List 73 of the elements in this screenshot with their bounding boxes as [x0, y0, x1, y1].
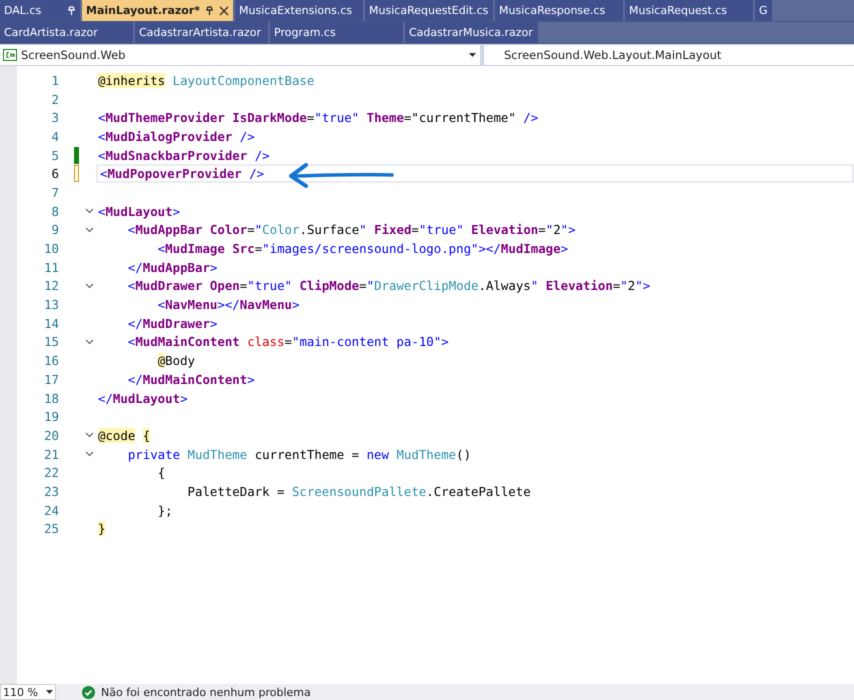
line-number: 9 — [50, 222, 59, 238]
line-number: 12 — [43, 278, 59, 294]
status-message: Não foi encontrado nenhum problema — [101, 686, 311, 698]
line-number: 7 — [50, 184, 59, 200]
line-number: 13 — [43, 297, 59, 312]
collapse-chevron-icon[interactable] — [84, 208, 94, 214]
code-line: <MudMainContent class="main-content pa-10"> — [126, 334, 449, 350]
pin-icon[interactable] — [205, 6, 214, 16]
code-line: <MudImage Src="images/screensound-logo.png"></MudImage> — [156, 241, 568, 256]
file-tab[interactable]: CadastrarMusica.razor — [405, 22, 538, 43]
file-tab[interactable]: MusicaRequestEdit.cs — [365, 0, 494, 21]
file-tab[interactable]: MusicaResponse.cs — [495, 0, 624, 21]
line-number: 24 — [43, 502, 59, 518]
code-line: @code { — [98, 428, 150, 443]
file-tab[interactable]: MusicaRequest.cs — [625, 0, 754, 21]
line-number: 5 — [50, 148, 59, 163]
line-number: 3 — [50, 110, 59, 126]
code-line: private MudTheme currentTheme = new MudTheme() — [126, 446, 472, 462]
code-line: }; — [156, 502, 173, 518]
code-line: { — [156, 465, 166, 480]
line-number: 20 — [43, 428, 59, 443]
file-tab[interactable]: Program.cs — [270, 22, 403, 43]
line-number: 25 — [43, 521, 59, 536]
line-number: 18 — [43, 390, 59, 406]
collapse-chevron-icon[interactable] — [84, 338, 94, 345]
line-number: 8 — [50, 204, 59, 219]
line-number: 6 — [50, 166, 59, 182]
collapse-chevron-icon[interactable] — [84, 226, 94, 233]
code-line: </MudDrawer> — [126, 316, 218, 331]
collapse-chevron-icon[interactable] — [84, 432, 94, 438]
code-line: <MudSnackbarProvider /> — [98, 148, 270, 163]
file-tab[interactable]: MainLayout.razor* — [82, 0, 234, 21]
line-number: 23 — [43, 484, 59, 499]
file-tab[interactable]: G — [755, 0, 772, 21]
code-line: PaletteDark = ScreensoundPallete.CreatePallete — [186, 484, 531, 499]
zoom-dropdown[interactable]: 110 % — [0, 684, 56, 700]
file-tab[interactable]: CadastrarArtista.razor — [135, 22, 268, 43]
code-line: <MudPopoverProvider /> — [100, 166, 264, 182]
file-tab[interactable]: CardArtista.razor — [0, 22, 133, 43]
line-number: 4 — [50, 128, 59, 144]
line-number: 2 — [50, 92, 59, 107]
line-number: 21 — [43, 446, 59, 462]
line-number: 19 — [43, 409, 59, 424]
file-tab[interactable]: MusicaExtensions.cs — [235, 0, 364, 21]
project-dropdown[interactable]: ScreenSound.Web — [0, 45, 480, 65]
member-dropdown[interactable]: ScreenSound.Web.Layout.MainLayout — [484, 45, 854, 65]
code-line: <MudDrawer Open="true" ClipMode="DrawerClipMode.Always" Elevation="2"> — [126, 278, 650, 294]
close-icon[interactable] — [219, 6, 230, 16]
line-number: 14 — [43, 316, 59, 331]
code-line: </MudAppBar> — [126, 260, 218, 275]
line-number: 16 — [43, 353, 59, 368]
line-number: 15 — [43, 334, 59, 350]
code-line: @inherits LayoutComponentBase — [98, 72, 314, 88]
line-number: 1 — [50, 72, 59, 88]
line-number: 22 — [43, 465, 59, 480]
check-icon — [82, 686, 95, 698]
code-line: <MudThemeProvider IsDarkMode="true" Theme="currentTheme" /> — [98, 110, 538, 126]
collapse-chevron-icon[interactable] — [84, 451, 94, 458]
code-line: <MudLayout> — [98, 204, 180, 219]
line-number: 11 — [43, 260, 59, 275]
code-line: @Body — [156, 353, 195, 368]
line-number: 17 — [43, 372, 59, 387]
dropdown-caret-icon — [46, 690, 53, 694]
code-line: <NavMenu></NavMenu> — [156, 297, 300, 312]
file-tab[interactable]: DAL.cs — [0, 0, 80, 21]
collapse-chevron-icon[interactable] — [84, 282, 94, 289]
line-number: 10 — [43, 241, 59, 256]
code-line: </MudLayout> — [98, 390, 188, 406]
code-line: <MudAppBar Color="Color.Surface" Fixed="true" Elevation="2"> — [126, 222, 576, 238]
code-line: <MudDialogProvider /> — [98, 128, 255, 144]
code-line: </MudMainContent> — [126, 372, 255, 387]
csharp-file-icon — [3, 49, 17, 61]
dropdown-caret-icon — [469, 53, 476, 57]
